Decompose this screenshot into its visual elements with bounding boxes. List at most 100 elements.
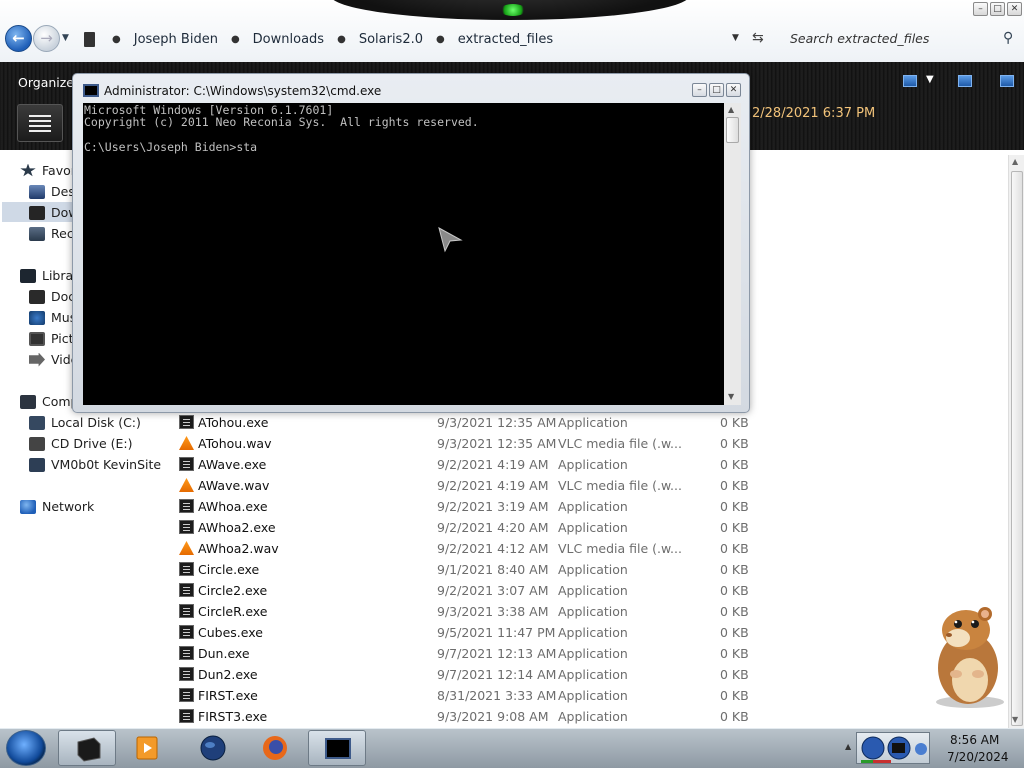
application-icon: [179, 520, 194, 534]
file-type: Application: [558, 604, 628, 619]
cmd-vertical-scrollbar[interactable]: ▲ ▼: [724, 103, 741, 405]
file-row[interactable]: AWave.exe 9/2/2021 4:19 AM Application 0…: [176, 454, 756, 475]
taskbar-media-player-button[interactable]: [118, 730, 176, 766]
cmd-close-button[interactable]: ✕: [726, 83, 741, 97]
back-button[interactable]: ←: [5, 25, 32, 52]
explorer-address-bar: – □ ✕ ← → ▼ ● Joseph Biden ● Downloads ●…: [0, 0, 1024, 62]
file-row[interactable]: CircleR.exe 9/3/2021 3:38 AM Application…: [176, 601, 756, 622]
tray-icons: [861, 736, 927, 763]
file-size: 0 KB: [720, 520, 749, 535]
search-icon[interactable]: ⚲: [1003, 30, 1013, 46]
search-input[interactable]: Search extracted_files: [784, 27, 1022, 51]
nav-item-pictures[interactable]: Pict: [29, 331, 74, 346]
file-row[interactable]: AWhoa2.exe 9/2/2021 4:20 AM Application …: [176, 517, 756, 538]
scroll-down-arrow-icon[interactable]: ▼: [728, 392, 734, 401]
console-output[interactable]: Microsoft Windows [Version 6.1.7601] Cop…: [83, 103, 724, 405]
explorer-icon: [77, 737, 101, 762]
file-row[interactable]: AWhoa2.wav 9/2/2021 4:12 AM VLC media fi…: [176, 538, 756, 559]
file-row[interactable]: AWhoa.exe 9/2/2021 3:19 AM Application 0…: [176, 496, 756, 517]
taskbar-globe-button[interactable]: [184, 730, 242, 766]
file-date: 9/3/2021 12:35 AM: [437, 436, 557, 451]
application-icon: [179, 415, 194, 429]
recent-places-icon: [29, 226, 45, 241]
file-row[interactable]: ATohou.exe 9/3/2021 12:35 AM Application…: [176, 412, 756, 433]
file-row[interactable]: FIRST3.exe 9/3/2021 9:08 AM Application …: [176, 706, 756, 727]
breadcrumb-item[interactable]: extracted_files: [458, 32, 553, 47]
view-dropdown-icon[interactable]: ▼: [926, 74, 934, 85]
maximize-button[interactable]: □: [990, 2, 1005, 16]
file-row[interactable]: Cubes.exe 9/5/2021 11:47 PM Application …: [176, 622, 756, 643]
cmd-maximize-button[interactable]: □: [709, 83, 724, 97]
file-size: 0 KB: [720, 436, 749, 451]
scroll-up-arrow-icon[interactable]: ▲: [728, 105, 734, 114]
file-name: AWave.exe: [198, 457, 267, 472]
chevron-right-icon[interactable]: ●: [231, 34, 240, 45]
start-button[interactable]: [6, 730, 46, 766]
file-size: 0 KB: [720, 604, 749, 619]
application-icon: [179, 604, 194, 618]
nav-network[interactable]: Network: [20, 499, 94, 514]
nav-item-cd-drive[interactable]: CD Drive (E:): [29, 436, 133, 451]
nav-libraries[interactable]: Librar: [20, 268, 78, 283]
application-icon: [179, 457, 194, 471]
breadcrumb-item[interactable]: Joseph Biden: [134, 32, 218, 47]
chevron-right-icon[interactable]: ●: [112, 34, 121, 45]
file-name: Dun.exe: [198, 646, 250, 661]
change-view-icon[interactable]: [903, 75, 917, 87]
show-hidden-icons-arrow-icon[interactable]: ▲: [845, 742, 851, 751]
address-dropdown-icon[interactable]: ▼: [732, 33, 739, 43]
nav-item-documents[interactable]: Doc: [29, 289, 75, 304]
clock-time[interactable]: 8:56 AM: [950, 733, 999, 747]
preview-pane-icon[interactable]: [958, 75, 972, 87]
file-row[interactable]: Circle.exe 9/1/2021 8:40 AM Application …: [176, 559, 756, 580]
nav-computer[interactable]: Comp: [20, 394, 79, 409]
file-name: Cubes.exe: [198, 625, 263, 640]
folder-thumbnail-icon: [17, 104, 63, 142]
nav-favorites[interactable]: Favori: [20, 163, 79, 178]
notification-area[interactable]: [856, 732, 930, 764]
cmd-minimize-button[interactable]: –: [692, 83, 707, 97]
application-icon: [179, 667, 194, 681]
chevron-right-icon[interactable]: ●: [337, 34, 346, 45]
taskbar-explorer-button[interactable]: [58, 730, 116, 766]
scroll-down-arrow-icon[interactable]: ▼: [1012, 715, 1018, 724]
scroll-up-arrow-icon[interactable]: ▲: [1012, 157, 1018, 166]
breadcrumb-item[interactable]: Downloads: [253, 32, 324, 47]
nav-label: Pict: [51, 331, 74, 346]
close-button[interactable]: ✕: [1007, 2, 1022, 16]
library-icon: [20, 268, 36, 283]
file-size: 0 KB: [720, 541, 749, 556]
refresh-icon[interactable]: ⇆: [752, 30, 764, 46]
scrollbar-thumb[interactable]: [726, 117, 739, 143]
file-row[interactable]: Dun2.exe 9/7/2021 12:14 AM Application 0…: [176, 664, 756, 685]
file-row[interactable]: Circle2.exe 9/2/2021 3:07 AM Application…: [176, 580, 756, 601]
file-row[interactable]: FIRST.exe 8/31/2021 3:33 AM Application …: [176, 685, 756, 706]
taskbar-firefox-button[interactable]: [246, 730, 304, 766]
nav-item-network-drive[interactable]: VM0b0t KevinSite: [29, 457, 161, 472]
recent-pages-dropdown-icon[interactable]: ▼: [62, 33, 69, 43]
file-row[interactable]: AWave.wav 9/2/2021 4:19 AM VLC media fil…: [176, 475, 756, 496]
scrollbar-thumb[interactable]: [1011, 171, 1023, 726]
nav-item-local-disk[interactable]: Local Disk (C:): [29, 415, 141, 430]
file-name: FIRST3.exe: [198, 709, 268, 724]
file-row[interactable]: ATohou.wav 9/3/2021 12:35 AM VLC media f…: [176, 433, 756, 454]
organize-button[interactable]: Organize: [18, 75, 74, 90]
cmd-window-title: Administrator: C:\Windows\system32\cmd.e…: [104, 84, 382, 98]
help-icon[interactable]: [1000, 75, 1014, 87]
breadcrumb-item[interactable]: Solaris2.0: [359, 32, 423, 47]
chevron-right-icon[interactable]: ●: [436, 34, 445, 45]
application-icon: [179, 625, 194, 639]
forward-button[interactable]: →: [33, 25, 60, 52]
file-row[interactable]: Dun.exe 9/7/2021 12:13 AM Application 0 …: [176, 643, 756, 664]
clock-date[interactable]: 7/20/2024: [947, 750, 1009, 764]
file-name: Circle.exe: [198, 562, 260, 577]
file-name: AWhoa2.exe: [198, 520, 276, 535]
cmd-window[interactable]: Administrator: C:\Windows\system32\cmd.e…: [72, 73, 750, 413]
nav-item-music[interactable]: Mus: [29, 310, 76, 325]
console-icon: [83, 84, 99, 97]
file-type: Application: [558, 457, 628, 472]
minimize-button[interactable]: –: [973, 2, 988, 16]
taskbar-cmd-button[interactable]: [308, 730, 366, 766]
file-date: 8/31/2021 3:33 AM: [437, 688, 557, 703]
nav-item-videos[interactable]: Vide: [29, 352, 78, 367]
